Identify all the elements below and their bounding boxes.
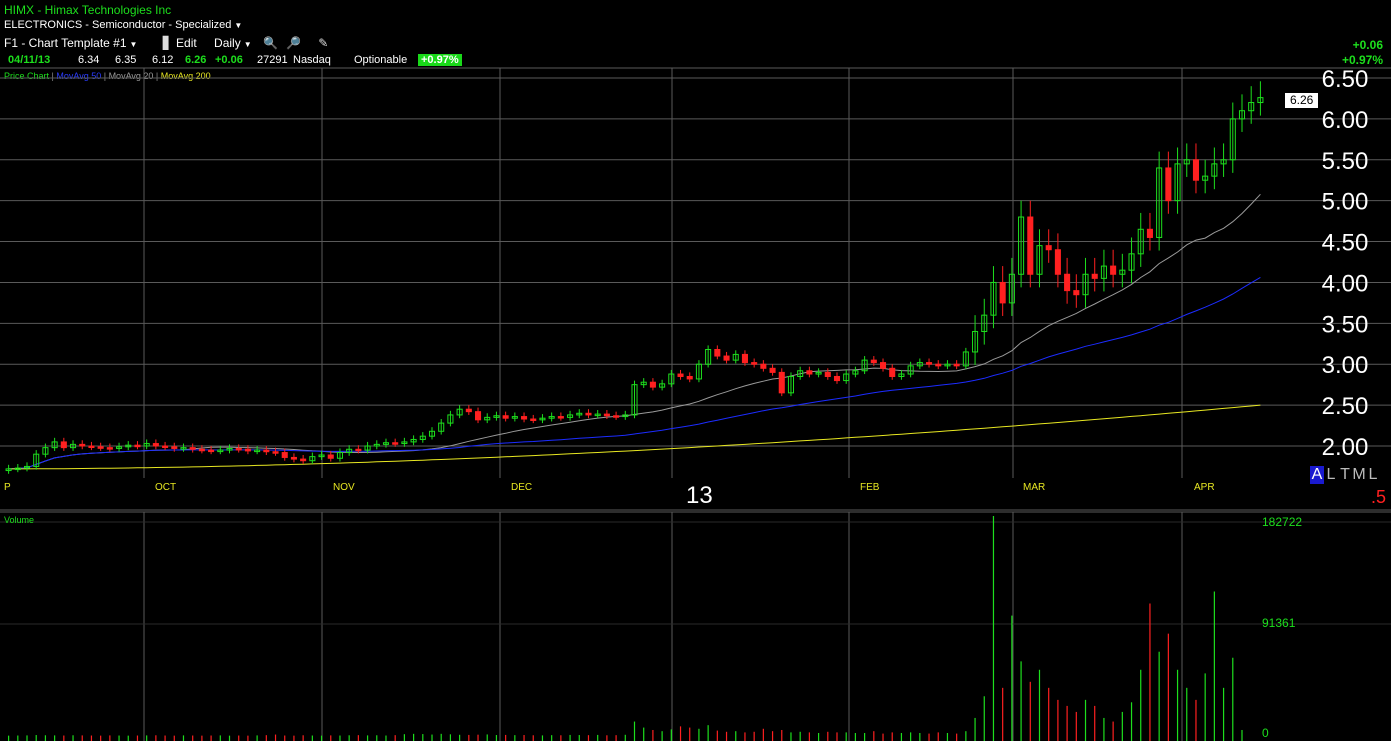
- candle-body: [649, 381, 656, 388]
- month-label: NOV: [333, 482, 355, 493]
- candle-body: [281, 452, 288, 458]
- candle-body: [714, 349, 721, 357]
- candle-body: [613, 415, 620, 418]
- candle-body: [244, 448, 251, 452]
- timeframe-a[interactable]: A: [1310, 466, 1324, 484]
- candle-body: [97, 446, 104, 449]
- year-label: 13: [686, 482, 713, 509]
- volume-tick-label: 0: [1262, 726, 1269, 740]
- candle-body: [162, 445, 169, 448]
- candle-body: [935, 363, 942, 367]
- candle-body: [926, 362, 933, 365]
- price-tick-label: 4.50: [1322, 230, 1369, 257]
- candle-body: [272, 451, 279, 454]
- candle-body: [999, 281, 1006, 304]
- volume-tick-label: 182722: [1262, 515, 1302, 529]
- price-tick-label: 6.50: [1322, 66, 1369, 93]
- candle-body: [208, 449, 215, 453]
- candle-body: [1091, 273, 1098, 279]
- timeframe-l2[interactable]: L: [1366, 466, 1380, 484]
- price-tick-label: 6.00: [1322, 107, 1369, 134]
- price-tick-label: 5.50: [1322, 148, 1369, 175]
- candle-body: [760, 363, 767, 369]
- candle-body: [1064, 273, 1071, 292]
- candle-body: [60, 441, 67, 449]
- candle-body: [603, 413, 610, 417]
- candle-body: [327, 454, 334, 459]
- candle-body: [171, 446, 178, 449]
- candle-body: [879, 362, 887, 369]
- candle-body: [1192, 159, 1199, 181]
- candle-body: [530, 418, 537, 422]
- price-tick-label: 2.00: [1322, 434, 1369, 461]
- timeframe-t[interactable]: T: [1338, 466, 1352, 484]
- month-label: P: [4, 482, 11, 493]
- month-label: APR: [1194, 482, 1215, 493]
- candle-body: [465, 408, 472, 413]
- candle-body: [751, 362, 758, 365]
- candle-body: [198, 448, 205, 452]
- candle-body: [1045, 245, 1052, 251]
- timeframe-l[interactable]: L: [1324, 466, 1338, 484]
- candle-body: [1146, 228, 1153, 238]
- candle-body: [1027, 216, 1034, 275]
- candle-body: [1165, 167, 1172, 202]
- price-tick-label: 5.00: [1322, 189, 1369, 216]
- price-tick-label: 4.00: [1322, 270, 1369, 297]
- month-label: FEB: [860, 482, 880, 493]
- volume-tick-label: 91361: [1262, 616, 1296, 630]
- candle-body: [723, 355, 730, 361]
- candle-body: [870, 359, 877, 364]
- candle-body: [502, 415, 509, 419]
- month-label: MAR: [1023, 482, 1045, 493]
- price-tick-label: 3.50: [1322, 311, 1369, 338]
- candle-body: [1073, 290, 1080, 296]
- candle-body: [889, 367, 896, 377]
- candle-body: [300, 458, 307, 462]
- candle-body: [778, 371, 785, 394]
- candle-body: [290, 456, 297, 460]
- timeframe-selector: ALTML: [1310, 466, 1380, 484]
- candle-body: [521, 416, 528, 420]
- candle-body: [355, 448, 362, 452]
- month-label: OCT: [155, 482, 176, 493]
- corner-value: .5: [1371, 487, 1387, 507]
- candle-body: [953, 363, 960, 367]
- price-volume-chart[interactable]: 6.50 6.00 5.50 5.00 4.50 4.00 3.50 3.00 2.50 2.00…: [0, 0, 1391, 741]
- candle-body: [88, 445, 95, 448]
- candle-body: [806, 370, 813, 375]
- candle-body: [1110, 265, 1117, 275]
- month-label: DEC: [511, 482, 532, 493]
- candle-body: [833, 375, 841, 382]
- candle-body: [189, 447, 196, 450]
- ma20-line: [8, 193, 1261, 470]
- ma50-line: [8, 276, 1261, 470]
- candle-body: [152, 443, 159, 447]
- candle-body: [769, 367, 776, 373]
- candle-body: [686, 375, 693, 380]
- candle-body: [824, 371, 831, 377]
- candle-body: [79, 443, 86, 447]
- candle-body: [134, 444, 141, 448]
- candle-body: [557, 416, 564, 419]
- candle-body: [677, 373, 684, 377]
- price-tick-label: 2.50: [1322, 393, 1369, 420]
- candle-body: [392, 442, 399, 445]
- candle-body: [106, 447, 113, 450]
- volume-label: Volume: [4, 515, 35, 525]
- candle-body: [585, 412, 592, 416]
- candle-body: [263, 449, 270, 453]
- candle-body: [235, 447, 242, 451]
- candle-body: [741, 353, 748, 364]
- price-tick-label: 3.00: [1322, 352, 1369, 379]
- candle-body: [474, 411, 482, 421]
- candle-body: [1054, 249, 1061, 275]
- timeframe-m[interactable]: M: [1352, 466, 1366, 484]
- last-price-box: 6.26: [1285, 93, 1319, 108]
